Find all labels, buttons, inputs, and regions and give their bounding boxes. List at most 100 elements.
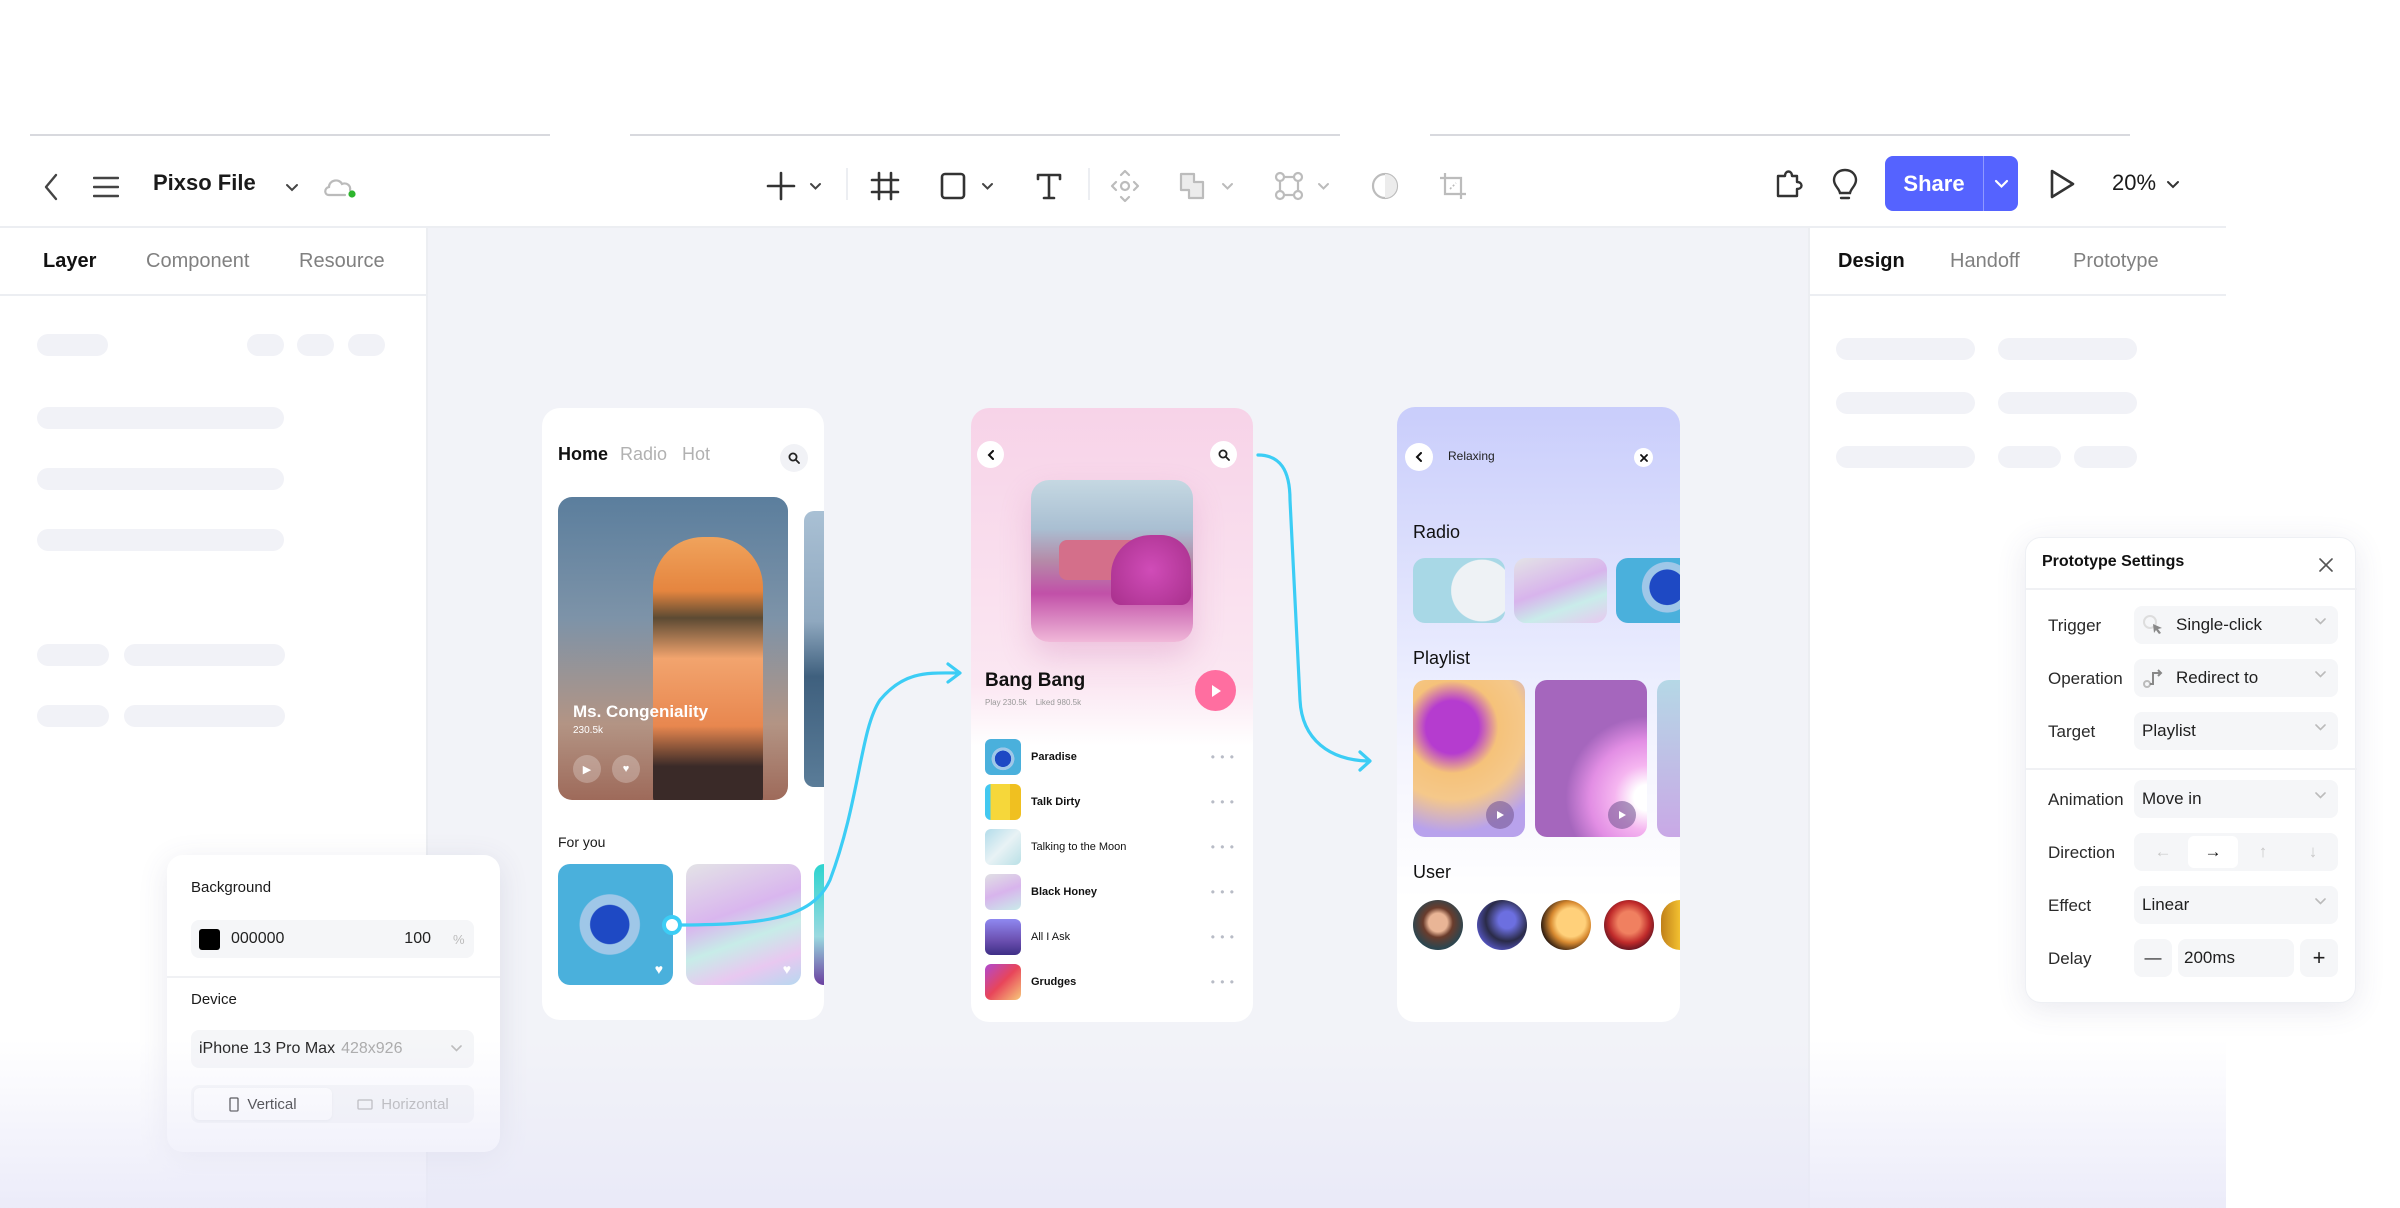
direction-right[interactable]: → xyxy=(2188,836,2238,868)
component-tool[interactable] xyxy=(1108,166,1142,206)
radio-tile[interactable] xyxy=(1514,558,1607,623)
frame-song-detail[interactable]: Bang Bang Play 230.5k Liked 980.5k Parad… xyxy=(971,408,1253,1022)
tab-layer[interactable]: Layer xyxy=(43,250,96,273)
delay-input[interactable]: 200ms xyxy=(2178,939,2294,977)
animation-select[interactable]: Move in xyxy=(2134,780,2338,818)
more-options-icon[interactable]: • • • xyxy=(1211,930,1235,944)
user-avatar[interactable] xyxy=(1413,900,1463,950)
direction-down[interactable]: ↓ xyxy=(2288,836,2338,868)
frame-relaxing[interactable]: Relaxing Radio Playlist User xyxy=(1397,407,1680,1022)
playlist-tile[interactable] xyxy=(1413,680,1525,837)
orientation-vertical-option[interactable]: Vertical xyxy=(194,1088,332,1120)
crop-tool[interactable] xyxy=(1436,168,1470,204)
song-row[interactable]: Grudges • • • xyxy=(985,963,1245,1001)
tab-component[interactable]: Component xyxy=(146,250,249,273)
boolean-tool[interactable] xyxy=(1176,168,1210,204)
text-tool[interactable] xyxy=(1032,168,1066,204)
play-song-button[interactable] xyxy=(1195,670,1236,711)
for-you-tile[interactable]: ♥ xyxy=(686,864,801,985)
orientation-horizontal-option[interactable]: Horizontal xyxy=(334,1088,472,1120)
opacity-value[interactable]: 100 xyxy=(381,930,431,948)
shape-tool-dropdown[interactable] xyxy=(978,178,996,194)
for-you-tile[interactable]: ♥ xyxy=(558,864,673,985)
device-select[interactable]: iPhone 13 Pro Max 428x926 xyxy=(191,1030,474,1068)
add-tool-dropdown[interactable] xyxy=(806,178,824,194)
target-label: Target xyxy=(2048,722,2096,741)
for-you-tile-peek xyxy=(814,864,824,985)
more-options-icon[interactable]: • • • xyxy=(1211,795,1235,809)
tab-handoff[interactable]: Handoff xyxy=(1950,250,2020,273)
song-row[interactable]: Talking to the Moon • • • xyxy=(985,828,1245,866)
user-avatar[interactable] xyxy=(1604,900,1654,950)
present-button[interactable] xyxy=(2044,166,2080,202)
file-menu-dropdown[interactable] xyxy=(280,178,304,198)
song-row[interactable]: Black Honey • • • xyxy=(985,873,1245,911)
search-button[interactable] xyxy=(780,444,808,472)
radio-tile[interactable] xyxy=(1413,558,1505,623)
menu-button[interactable] xyxy=(90,172,122,202)
boolean-tool-dropdown[interactable] xyxy=(1218,178,1236,194)
popup-title: Prototype Settings xyxy=(2042,553,2185,570)
featured-play-button[interactable]: ▶ xyxy=(573,755,601,783)
tab-resource[interactable]: Resource xyxy=(299,250,385,273)
tab-prototype[interactable]: Prototype xyxy=(2073,250,2159,273)
featured-like-button[interactable]: ♥ xyxy=(612,755,640,783)
trigger-select[interactable]: Single-click xyxy=(2134,606,2338,644)
effect-select[interactable]: Linear xyxy=(2134,886,2338,924)
close-button[interactable] xyxy=(2316,555,2336,575)
close-button[interactable] xyxy=(1634,448,1653,467)
more-options-icon[interactable]: • • • xyxy=(1211,975,1235,989)
effect-label: Effect xyxy=(2048,896,2092,915)
add-tool[interactable] xyxy=(764,168,798,204)
more-options-icon[interactable]: • • • xyxy=(1211,885,1235,899)
featured-card[interactable]: Ms. Congeniality 230.5k ▶ ♥ xyxy=(558,497,788,800)
radio-tile[interactable] xyxy=(1616,558,1680,623)
user-avatar[interactable] xyxy=(1541,900,1591,950)
playlist-play-button[interactable] xyxy=(1608,801,1636,829)
back-button[interactable] xyxy=(36,170,66,204)
user-avatar[interactable] xyxy=(1477,900,1527,950)
mask-tool[interactable] xyxy=(1368,168,1402,204)
frame-home[interactable]: Home Radio Hot Ms. Congeniality 230.5k ▶… xyxy=(542,408,824,1020)
file-name[interactable]: Pixso File xyxy=(153,170,256,196)
tab-design[interactable]: Design xyxy=(1838,250,1905,273)
color-hex-value[interactable]: 000000 xyxy=(231,930,381,948)
nav-home[interactable]: Home xyxy=(558,444,608,465)
zoom-level[interactable]: 20% xyxy=(2112,170,2180,196)
back-button[interactable] xyxy=(977,441,1004,468)
nav-radio[interactable]: Radio xyxy=(620,444,667,465)
inspiration-button[interactable] xyxy=(1828,166,1862,204)
plugins-button[interactable] xyxy=(1772,166,1808,202)
direction-up[interactable]: ↑ xyxy=(2238,836,2288,868)
cloud-sync-status[interactable] xyxy=(322,174,360,200)
direction-left[interactable]: ← xyxy=(2138,836,2188,868)
rectangle-tool[interactable] xyxy=(936,168,970,204)
back-button[interactable] xyxy=(1405,443,1433,471)
color-swatch[interactable] xyxy=(199,928,220,950)
song-row[interactable]: Talk Dirty • • • xyxy=(985,783,1245,821)
trigger-value: Single-click xyxy=(2176,615,2262,634)
background-color-field[interactable]: 000000 100 % xyxy=(191,920,474,958)
song-row[interactable]: Paradise • • • xyxy=(985,738,1245,776)
share-button[interactable]: Share xyxy=(1885,156,2018,211)
more-options-icon[interactable]: • • • xyxy=(1211,840,1235,854)
layer-placeholder xyxy=(247,334,284,356)
search-button[interactable] xyxy=(1210,441,1237,468)
delay-decrement-button[interactable]: — xyxy=(2134,939,2172,977)
section-divider xyxy=(2026,588,2357,590)
nav-hot[interactable]: Hot xyxy=(682,444,710,465)
target-select[interactable]: Playlist xyxy=(2134,712,2338,750)
playlist-play-button[interactable] xyxy=(1486,801,1514,829)
page-title: Relaxing xyxy=(1448,449,1495,463)
operation-value: Redirect to xyxy=(2176,668,2259,687)
operation-select[interactable]: Redirect to xyxy=(2134,659,2338,697)
share-options-dropdown[interactable] xyxy=(1984,179,2018,189)
vector-tool[interactable] xyxy=(1272,168,1306,204)
playlist-tile[interactable] xyxy=(1535,680,1647,837)
frame-tool[interactable] xyxy=(868,168,902,204)
vector-tool-dropdown[interactable] xyxy=(1314,178,1332,194)
more-options-icon[interactable]: • • • xyxy=(1211,750,1235,764)
pixso-app-screenshot: Pixso File Share 20% Layer Component Res… xyxy=(0,0,2400,1208)
delay-increment-button[interactable]: + xyxy=(2300,939,2338,977)
song-row[interactable]: All I Ask • • • xyxy=(985,918,1245,956)
